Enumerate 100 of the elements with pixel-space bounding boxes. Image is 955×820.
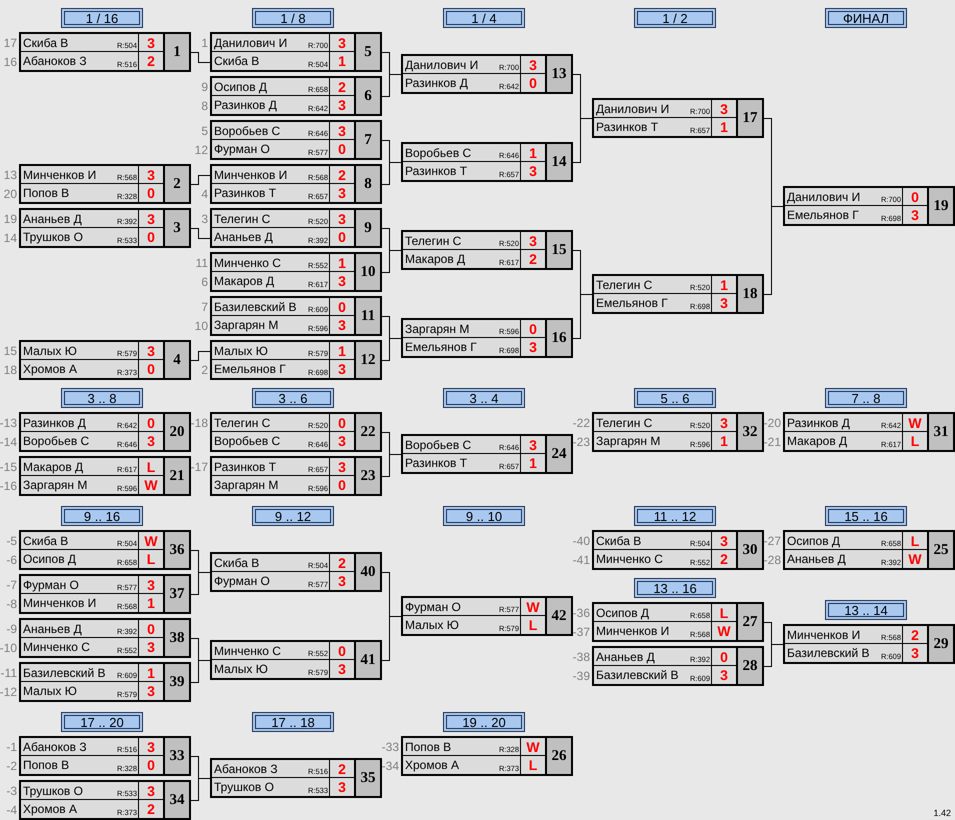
- player-name: Хромов А: [405, 758, 459, 772]
- match-number: 40: [356, 552, 382, 592]
- score: L: [146, 458, 156, 474]
- player-name: Заргарян М: [214, 478, 278, 492]
- seed-number: -36: [572, 605, 591, 622]
- score: 3: [147, 34, 155, 50]
- match-number: 36: [165, 530, 191, 570]
- seed-number: 19: [4, 211, 18, 228]
- round-header: 3 .. 6: [252, 388, 334, 408]
- seed-number: 20: [4, 186, 18, 203]
- player-name: Базилевский В: [787, 646, 870, 660]
- seed-number: -11: [0, 665, 18, 682]
- player-name: Заргарян М: [23, 478, 88, 492]
- seed-number: -1: [6, 739, 18, 756]
- player-name: Попов В: [23, 186, 70, 200]
- round-header: 19 .. 20: [443, 712, 525, 732]
- match-number: 30: [738, 530, 764, 570]
- seed-number: -9: [6, 621, 18, 638]
- round-header: 1 / 16: [61, 8, 143, 28]
- round-header: 9 .. 12: [252, 506, 334, 526]
- score: 3: [338, 433, 346, 449]
- score: 3: [911, 207, 919, 223]
- score: 3: [911, 645, 919, 661]
- seed-number: 1: [201, 35, 209, 52]
- player-name: Данилович И: [596, 102, 670, 116]
- player-name: Минченков И: [596, 624, 670, 638]
- score: 3: [338, 210, 346, 226]
- score: 2: [338, 78, 346, 94]
- player-name: Емельянов Г: [787, 208, 859, 222]
- player-name: Осипов Д: [787, 534, 840, 548]
- score: W: [144, 532, 158, 548]
- player-name: Фурман О: [23, 578, 79, 592]
- score: 0: [147, 229, 155, 245]
- player-name: Разинков Т: [405, 456, 468, 470]
- player-name: Осипов Д: [23, 552, 76, 566]
- player-name: Минченко С: [214, 644, 281, 658]
- player-name: Емельянов Г: [405, 340, 477, 354]
- match-number: 29: [929, 624, 955, 664]
- player-name: Скиба В: [23, 534, 68, 548]
- score: 3: [147, 210, 155, 226]
- score: 1: [529, 144, 537, 160]
- player-name: Телегин С: [596, 278, 652, 292]
- seed-number: 12: [194, 142, 209, 159]
- player-name: Телегин С: [405, 234, 462, 248]
- score: 2: [720, 551, 728, 567]
- score: 3: [147, 738, 155, 754]
- player-name: Хромов А: [23, 802, 77, 816]
- seed-number: -38: [572, 649, 591, 666]
- score: 0: [529, 320, 537, 336]
- match-number: 18: [738, 274, 764, 314]
- score: 3: [529, 339, 537, 355]
- round-header: 3 .. 8: [61, 388, 143, 408]
- seed-number: -34: [382, 758, 400, 775]
- match-number: 37: [165, 574, 191, 614]
- match-number: 8: [356, 164, 382, 204]
- score: 3: [338, 361, 346, 377]
- round-header: 1 / 4: [443, 8, 525, 28]
- player-name: Ананьев Д: [214, 230, 273, 244]
- match-number: 9: [356, 208, 382, 248]
- round-header: 15 .. 16: [825, 506, 907, 526]
- player-name: Телегин С: [596, 416, 652, 430]
- match-number: 13: [547, 54, 573, 94]
- score: 3: [529, 56, 537, 72]
- score: 3: [147, 639, 155, 655]
- player-name: Осипов Д: [596, 606, 650, 620]
- player-name: Попов В: [23, 758, 70, 772]
- seed-number: -33: [382, 739, 400, 756]
- match-number: 19: [929, 186, 955, 226]
- player-name: Заргарян М: [405, 322, 470, 336]
- score: L: [146, 551, 156, 567]
- player-name: Телегин С: [214, 416, 270, 430]
- match-number: 33: [165, 736, 191, 776]
- score: 2: [529, 251, 537, 267]
- score: 0: [911, 188, 919, 204]
- score: 3: [147, 433, 155, 449]
- player-name: Разинков Т: [596, 120, 658, 134]
- match-number: 6: [356, 76, 382, 116]
- player-name: Воробьев С: [405, 438, 472, 452]
- score: 3: [338, 573, 346, 589]
- player-name: Макаров Д: [23, 460, 84, 474]
- match-number: 20: [165, 412, 191, 452]
- match-number: 22: [356, 412, 382, 452]
- player-name: Минченков И: [214, 168, 288, 182]
- seed-number: -28: [764, 552, 782, 569]
- player-name: Разинков Т: [405, 164, 468, 178]
- seed-number: 8: [201, 98, 209, 115]
- player-name: Абаноков З: [23, 740, 87, 754]
- round-header: 13 .. 16: [634, 578, 716, 598]
- player-name: Емельянов Г: [596, 296, 668, 310]
- score: 1: [529, 455, 537, 471]
- player-name: Воробьев С: [405, 146, 472, 160]
- round-header: 9 .. 10: [443, 506, 525, 526]
- score: 3: [147, 166, 155, 182]
- seed-number: 18: [4, 362, 18, 379]
- player-name: Ананьев Д: [23, 622, 82, 636]
- score: L: [910, 433, 920, 449]
- player-name: Макаров Д: [405, 252, 466, 266]
- seed-number: 5: [201, 123, 209, 140]
- round-header: 1 / 2: [634, 8, 716, 28]
- player-name: Малых Ю: [405, 618, 459, 632]
